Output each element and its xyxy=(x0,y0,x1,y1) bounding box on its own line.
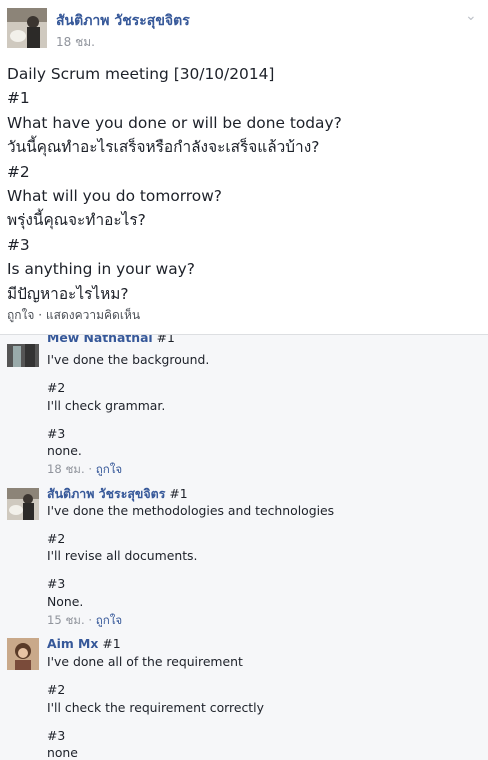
post-line: พรุ่งนี้คุณจะทำอะไร? xyxy=(7,211,146,230)
comment-meta: 15 ชม. · ถูกใจ xyxy=(47,613,123,627)
comment-time[interactable]: 15 ชม. xyxy=(47,613,85,627)
comment-line: #2 xyxy=(47,380,66,395)
comment-line: I've done all of the requirement xyxy=(47,654,243,669)
post-text: Daily Scrum meeting [30/10/2014] #1 What… xyxy=(7,62,477,306)
post-timestamp[interactable]: 18 ชม. xyxy=(56,33,95,52)
comment-tag: #1 xyxy=(102,636,121,651)
comment-line: none xyxy=(47,745,78,760)
chevron-down-icon[interactable]: ⌄ xyxy=(465,8,477,24)
post-line: What will you do tomorrow? xyxy=(7,187,222,206)
avatar-photo xyxy=(7,488,39,520)
comment-avatar[interactable] xyxy=(7,488,39,520)
post-header: สันติภาพ วัชระสุขจิตร 18 ชม. ⌄ xyxy=(0,0,488,56)
comment-tag: #1 xyxy=(169,486,188,501)
comment-like-link[interactable]: ถูกใจ xyxy=(96,462,123,476)
comment-line: I'll check grammar. xyxy=(47,398,166,413)
comments-section: Mew Nathathai #1 I've done the backgroun… xyxy=(0,334,488,760)
comment-like-link[interactable]: ถูกใจ xyxy=(96,613,123,627)
comment-line: I've done the background. xyxy=(47,352,210,367)
comment-time[interactable]: 18 ชม. xyxy=(47,462,85,476)
comment-avatar[interactable] xyxy=(7,638,39,670)
comment-line: #2 xyxy=(47,682,66,697)
post-line: Daily Scrum meeting [30/10/2014] xyxy=(7,65,275,83)
post-actions: ถูกใจ · แสดงความคิดเห็น xyxy=(7,306,140,325)
comment-line: #3 xyxy=(47,728,66,743)
avatar-photo xyxy=(7,8,47,48)
comment-line: #3 xyxy=(47,426,66,441)
comment-header: สันติภาพ วัชระสุขจิตร #1 xyxy=(47,485,188,504)
avatar-photo xyxy=(7,344,39,367)
comment-header: Mew Nathathai #1 xyxy=(47,334,175,345)
avatar-photo xyxy=(7,638,39,670)
post-line: What have you done or will be done today… xyxy=(7,113,342,132)
comment-link[interactable]: แสดงความคิดเห็น xyxy=(46,308,140,322)
comment-line: none. xyxy=(47,443,82,458)
comment-line: I've done the methodologies and technolo… xyxy=(47,503,335,518)
comment-line: #3 xyxy=(47,576,66,591)
comment-author[interactable]: Mew Nathathai xyxy=(47,335,153,345)
post-author-name[interactable]: สันติภาพ วัชระสุขจิตร xyxy=(56,10,190,32)
comment-author[interactable]: Aim Mx xyxy=(47,636,98,651)
comment-header: Aim Mx #1 xyxy=(47,636,121,651)
comment-line: None. xyxy=(47,594,84,609)
comment-avatar[interactable] xyxy=(7,344,39,367)
author-avatar[interactable] xyxy=(7,8,47,48)
comment-line: I'll revise all documents. xyxy=(47,548,198,563)
comment-line: I'll check the requirement correctly xyxy=(47,700,264,715)
post-line: มีปัญหาอะไรไหม? xyxy=(7,284,129,303)
post-line: Is anything in your way? xyxy=(7,260,195,279)
comment-tag: #1 xyxy=(156,334,175,345)
comment-line: #2 xyxy=(47,531,66,546)
post-line: #3 xyxy=(7,235,30,254)
post-line: #2 xyxy=(7,162,30,181)
post-line: #1 xyxy=(7,89,30,108)
comment-meta: 18 ชม. · ถูกใจ xyxy=(47,462,123,476)
comment-author[interactable]: สันติภาพ วัชระสุขจิตร xyxy=(47,486,165,501)
post-line: วันนี้คุณทำอะไรเสร็จหรือกำลังจะเสร็จแล้ว… xyxy=(7,138,320,157)
action-separator: · xyxy=(38,308,43,322)
like-link[interactable]: ถูกใจ xyxy=(7,308,34,322)
